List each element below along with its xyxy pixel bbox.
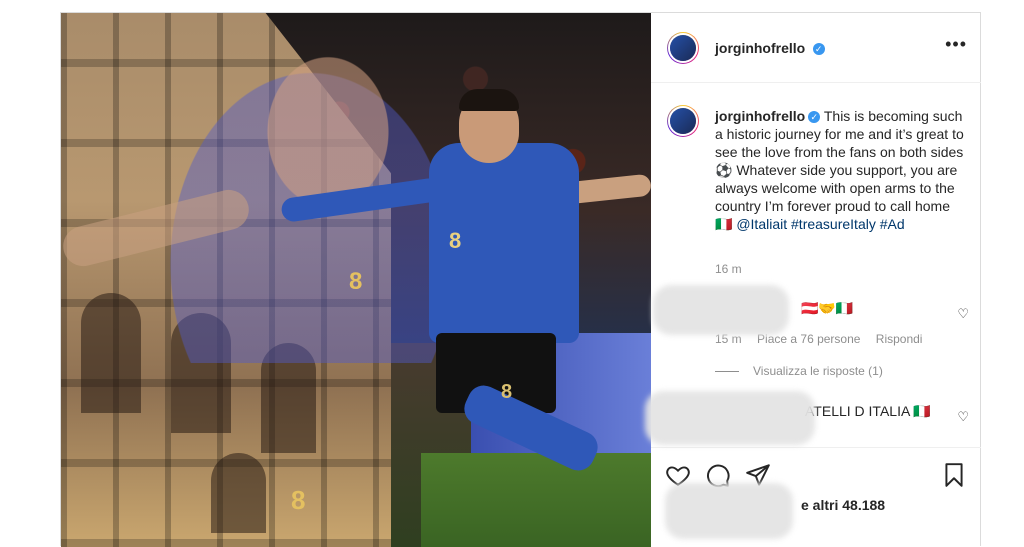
instagram-post: 8 8 8 8 jorginhofrello ✓ ••• jorginhofre… (60, 12, 981, 547)
replies-divider (715, 371, 739, 373)
jersey-number: 8 (449, 228, 462, 253)
view-replies-label: Visualizza le risposte (1) (753, 364, 883, 378)
username[interactable]: jorginhofrello (715, 40, 805, 56)
post-image[interactable]: 8 8 8 8 (61, 13, 651, 547)
like-comment-icon[interactable]: ♡ (957, 306, 969, 322)
jersey-number: 8 (291, 485, 306, 515)
hashtag-link[interactable]: #treasureItaly (791, 216, 876, 232)
player-hair (459, 89, 519, 111)
likes-count[interactable]: e altri 48.188 (801, 497, 885, 513)
verified-badge-icon: ✓ (808, 111, 821, 124)
post-actions (651, 447, 981, 488)
post-time: 16 m (715, 262, 742, 276)
like-comment-icon[interactable]: ♡ (957, 409, 969, 425)
post-header: jorginhofrello ✓ ••• (651, 13, 981, 83)
redacted-username (653, 285, 789, 335)
author: jorginhofrello ✓ (715, 40, 825, 58)
colosseum-arch (211, 453, 266, 533)
caption-text: This is becoming such a historic journey… (715, 108, 964, 232)
jersey-number: 8 (349, 268, 363, 295)
caption-avatar[interactable] (667, 105, 699, 137)
redacted-username (665, 483, 793, 539)
post-caption: jorginhofrello ✓ This is becoming such a … (715, 107, 967, 233)
colosseum-arch (81, 293, 141, 413)
mention-link[interactable]: @Italiait (736, 216, 787, 232)
reply-button[interactable]: Rispondi (876, 332, 923, 346)
verified-badge-icon: ✓ (812, 42, 825, 55)
comment-text: ATELLI D ITALIA 🇮🇹 (805, 403, 931, 419)
caption-username[interactable]: jorginhofrello (715, 108, 805, 124)
more-options-icon[interactable]: ••• (945, 35, 967, 53)
comment-text: 🇦🇹🤝🇮🇹 (801, 300, 854, 316)
redacted-username (645, 391, 815, 445)
pitch (421, 453, 651, 547)
bookmark-icon[interactable] (941, 462, 967, 488)
hashtag-link[interactable]: #Ad (880, 216, 905, 232)
view-replies-button[interactable]: Visualizza le risposte (1) (715, 364, 883, 378)
jersey-number: 8 (501, 381, 513, 403)
avatar[interactable] (667, 32, 699, 64)
post-sidebar: jorginhofrello ✓ ••• jorginhofrello ✓ Thi… (645, 13, 981, 547)
